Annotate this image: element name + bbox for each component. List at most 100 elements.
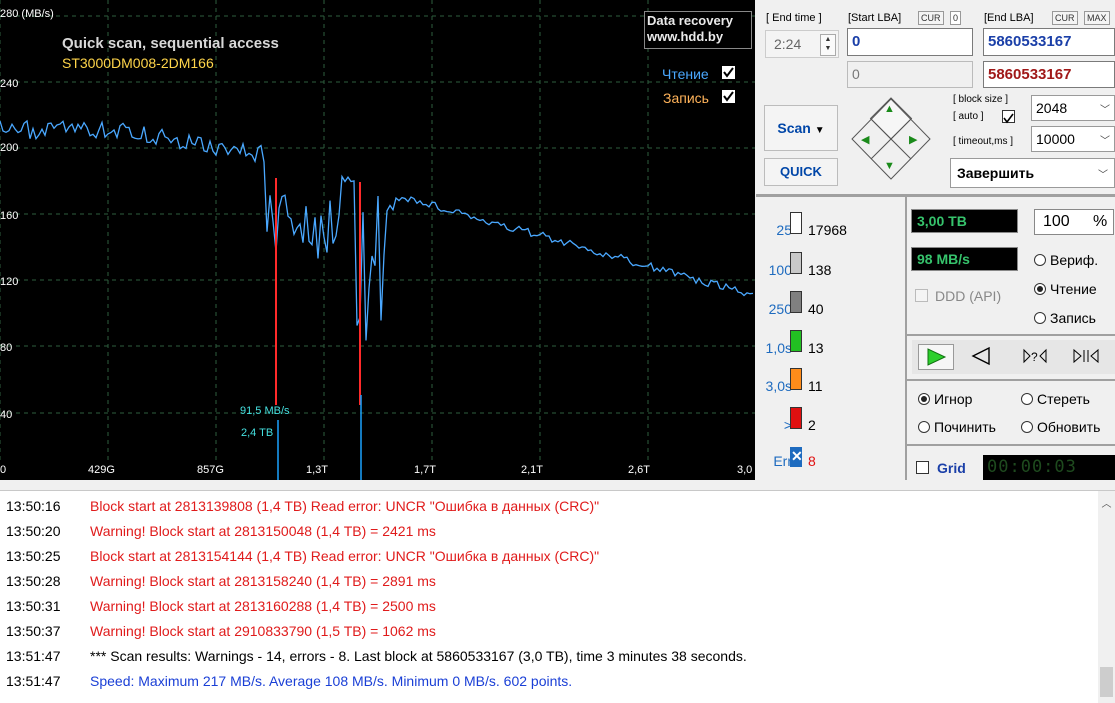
check-icon: [723, 67, 734, 78]
log-row: 13:50:37 Warning! Block start at 2910833…: [0, 619, 1100, 644]
mode-write-radio[interactable]: Запись: [1034, 309, 1096, 327]
mode-verify-label: Вериф.: [1050, 251, 1099, 268]
divider: [907, 379, 1115, 381]
radio-icon: [918, 392, 930, 405]
speed-display: 98 MB/s: [911, 247, 1018, 271]
y-tick-240: 240: [0, 78, 19, 90]
dropdown-arrow-icon: ▼: [814, 125, 825, 136]
arrow-left-icon[interactable]: ◀: [861, 133, 869, 146]
counter-swatch: [790, 291, 802, 313]
log-time: 13:50:20: [6, 523, 61, 539]
cursor-position-label: 2,4 TB: [241, 427, 274, 439]
radio-icon: [1021, 392, 1033, 405]
radio-icon: [1034, 311, 1046, 324]
arrow-right-icon[interactable]: ▶: [909, 133, 917, 146]
log-time: 13:50:25: [6, 548, 61, 564]
x-tick-0: 0: [0, 464, 7, 476]
timeout-value: 10000: [1036, 131, 1075, 147]
legend-read-checkbox[interactable]: [722, 66, 735, 79]
mode-verify-radio[interactable]: Вериф.: [1034, 251, 1098, 269]
x-tick-429g: 429G: [88, 464, 115, 476]
spinner-up-icon[interactable]: ▲: [821, 35, 835, 44]
end-cur-button[interactable]: CUR: [1052, 11, 1078, 25]
err-ignore-radio[interactable]: Игнор: [918, 390, 972, 408]
log-time: 13:50:31: [6, 598, 61, 614]
mode-read-label: Чтение: [1050, 280, 1097, 297]
radio-icon: [918, 420, 930, 433]
scroll-up-icon[interactable]: ︿: [1098, 495, 1115, 510]
block-size-select[interactable]: 2048 ﹀: [1031, 95, 1115, 121]
reverse-icon: [971, 346, 990, 366]
arrow-up-icon[interactable]: ▲: [884, 103, 895, 115]
counter-errors: Err ✕ 8: [756, 445, 904, 473]
play-icon: [927, 348, 947, 366]
brand-line1: Data recovery: [647, 13, 733, 28]
start-lba-label: [Start LBA]: [848, 12, 902, 24]
end-lba-label: [End LBA]: [984, 12, 1034, 24]
counter-100ms: 100 138: [756, 252, 904, 280]
end-time-value: 2:24: [774, 36, 802, 52]
err-repair-radio[interactable]: Починить: [918, 418, 996, 436]
legend-write-checkbox[interactable]: [722, 90, 735, 103]
log-time: 13:50:28: [6, 573, 61, 589]
percent-sign: %: [1093, 213, 1108, 230]
auto-checkbox[interactable]: [1002, 110, 1015, 124]
y-tick-200: 200: [0, 142, 19, 154]
back-button[interactable]: [964, 344, 1000, 370]
log-panel: 13:50:16 Block start at 2813139808 (1,4 …: [0, 490, 1115, 703]
counter-swatch: [790, 407, 802, 429]
arrow-down-icon[interactable]: ▼: [884, 160, 895, 172]
end-max-button[interactable]: MAX: [1084, 11, 1110, 25]
counter-swatch: ✕: [790, 447, 803, 467]
position-value: 3,00 TB: [917, 213, 967, 229]
svg-text:?: ?: [1031, 350, 1038, 364]
butterfly-button[interactable]: [1070, 344, 1106, 370]
log-scrollbar[interactable]: ︿: [1098, 491, 1115, 703]
block-size-value: 2048: [1036, 100, 1068, 116]
start-lba-readonly-value: 0: [852, 66, 860, 82]
log-row: 13:50:28 Warning! Block start at 2813158…: [0, 569, 1100, 594]
err-refresh-radio[interactable]: Обновить: [1021, 418, 1100, 436]
random-button[interactable]: ?: [1020, 344, 1056, 370]
ddd-api-label: DDD (API): [935, 288, 1002, 304]
start-cur-value: 0: [950, 11, 962, 25]
auto-label: [ auto ]: [953, 111, 984, 122]
chevron-down-icon: ﹀: [1100, 136, 1110, 147]
timer-value: 00:00:03: [987, 457, 1077, 477]
start-lba-input[interactable]: 0: [847, 28, 973, 56]
grid-checkbox[interactable]: [916, 461, 929, 474]
end-time-spinner[interactable]: 2:24 ▲ ▼: [765, 30, 839, 58]
radio-icon: [1034, 253, 1046, 266]
quick-button[interactable]: QUICK: [764, 158, 838, 186]
log-time: 13:50:16: [6, 498, 61, 514]
start-lba-value: 0: [852, 33, 861, 50]
play-button[interactable]: [918, 344, 954, 370]
scrollbar-thumb[interactable]: [1100, 667, 1113, 697]
counter-swatch: [790, 252, 802, 274]
counter-value: 40: [808, 301, 824, 317]
mode-read-radio[interactable]: Чтение: [1034, 280, 1097, 298]
ddd-api-checkbox[interactable]: [915, 289, 928, 302]
end-lba-readonly: 5860533167: [983, 61, 1115, 88]
end-lba-input[interactable]: 5860533167: [983, 28, 1115, 56]
log-row: 13:51:47 *** Scan results: Warnings - 14…: [0, 644, 1100, 669]
timeout-select[interactable]: 10000 ﹀: [1031, 126, 1115, 152]
divider: [756, 194, 1115, 197]
x-tick-1-7t: 1,7T: [414, 464, 437, 476]
counter-value: 17968: [808, 222, 847, 238]
finish-action-select[interactable]: Завершить ﹀: [950, 158, 1115, 188]
mode-write-label: Запись: [1050, 309, 1096, 326]
err-erase-radio[interactable]: Стереть: [1021, 390, 1090, 408]
counter-swatch: [790, 330, 802, 352]
spinner-down-icon[interactable]: ▼: [821, 44, 835, 53]
spinner-buttons[interactable]: ▲ ▼: [820, 34, 836, 56]
log-message: Speed: Maximum 217 MB/s. Average 108 MB/…: [90, 673, 573, 689]
speed-curve: [0, 119, 754, 341]
log-message: Block start at 2813139808 (1,4 TB) Read …: [90, 498, 600, 514]
chevron-down-icon: ﹀: [1100, 105, 1110, 116]
start-cur-button[interactable]: CUR: [918, 11, 944, 25]
log-row: 13:50:20 Warning! Block start at 2813150…: [0, 519, 1100, 544]
end-lba-readonly-value: 5860533167: [988, 66, 1072, 83]
timeout-label: [ timeout,ms ]: [953, 136, 1014, 147]
scan-button[interactable]: Scan ▼: [764, 105, 838, 151]
